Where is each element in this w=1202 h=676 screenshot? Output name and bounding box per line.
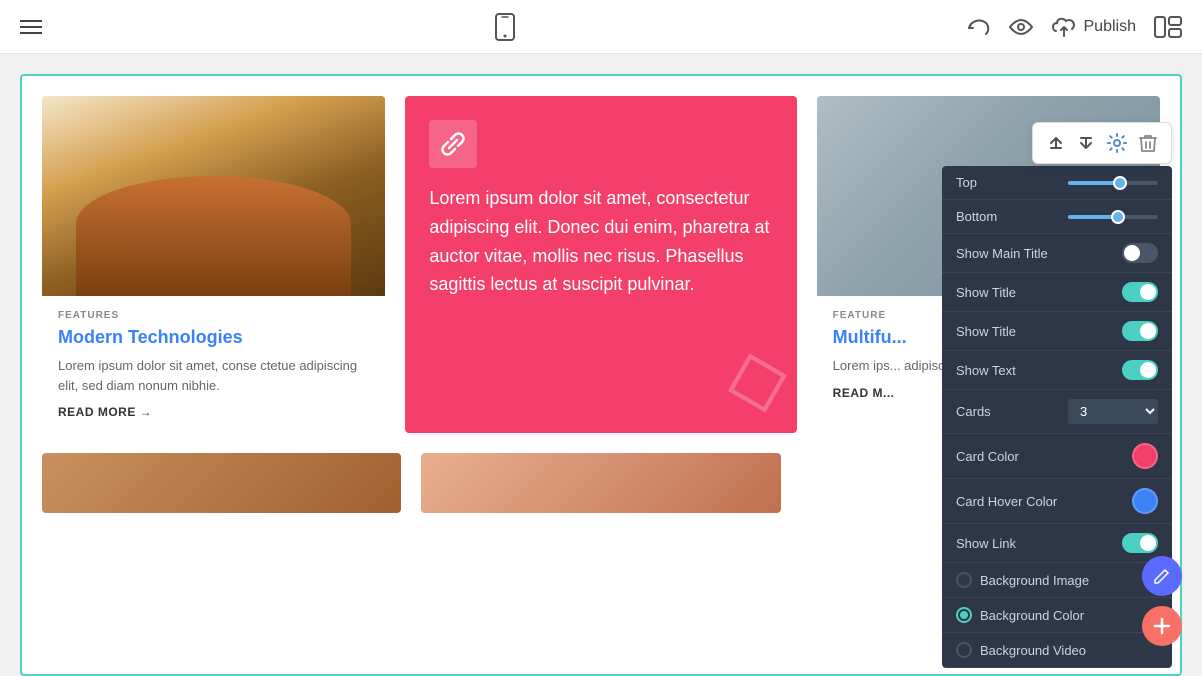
show-title-1-knob: [1140, 284, 1156, 300]
delete-button[interactable]: [1135, 129, 1161, 157]
card-featured: Lorem ipsum dolor sit amet, consectetur …: [405, 96, 796, 433]
show-title-1-toggle[interactable]: [1122, 282, 1158, 302]
link-icon: [439, 130, 467, 158]
eye-icon: [1008, 18, 1034, 36]
move-up-icon: [1047, 134, 1065, 152]
card-hover-color-swatch[interactable]: [1132, 488, 1158, 514]
show-title-2-knob: [1140, 323, 1156, 339]
card-color-swatch[interactable]: [1132, 443, 1158, 469]
publish-label: Publish: [1084, 18, 1136, 36]
move-down-button[interactable]: [1073, 130, 1099, 156]
bottom-label: Bottom: [956, 209, 997, 224]
card-featured-icon: [429, 120, 477, 168]
card-color-row: Card Color: [942, 434, 1172, 479]
bottom-card-2: [421, 453, 780, 513]
topbar: Publish: [0, 0, 1202, 54]
card-featured-watermark: ◇: [714, 324, 797, 430]
top-slider[interactable]: [1068, 181, 1158, 185]
settings-icon: [1107, 133, 1127, 153]
show-title-1-label: Show Title: [956, 285, 1016, 300]
bottom-card-1: [42, 453, 401, 513]
show-main-title-toggle[interactable]: [1122, 243, 1158, 263]
plus-icon: [1152, 616, 1172, 636]
pencil-icon: [1153, 567, 1171, 585]
background-video-label: Background Video: [980, 643, 1086, 658]
cards-row: Cards 3 1 2 4: [942, 390, 1172, 434]
show-title-2-label: Show Title: [956, 324, 1016, 339]
trash-icon: [1139, 133, 1157, 153]
card-1-title: Modern Technologies: [58, 327, 369, 348]
upload-icon: [1052, 17, 1076, 37]
background-image-label: Background Image: [980, 573, 1089, 588]
card-1: FEATURES Modern Technologies Lorem ipsum…: [42, 96, 385, 433]
layout-icon: [1154, 15, 1182, 39]
fab-add-button[interactable]: [1142, 606, 1182, 646]
card-1-link[interactable]: READ MORE →: [58, 405, 369, 419]
topbar-left: [20, 20, 42, 34]
topbar-right: Publish: [968, 15, 1182, 39]
show-text-toggle[interactable]: [1122, 360, 1158, 380]
card-1-category: FEATURES: [58, 310, 369, 321]
bottom-slider-row: Bottom: [942, 200, 1172, 234]
background-color-radio[interactable]: [956, 607, 972, 623]
background-color-row[interactable]: Background Color: [942, 598, 1172, 633]
card-color-label: Card Color: [956, 449, 1019, 464]
bottom-slider-track[interactable]: [1068, 215, 1158, 219]
undo-icon: [968, 17, 990, 37]
mobile-preview-button[interactable]: [494, 13, 516, 41]
show-main-title-label: Show Main Title: [956, 246, 1048, 261]
show-title-1-row: Show Title: [942, 273, 1172, 312]
undo-button[interactable]: [968, 17, 990, 37]
move-down-icon: [1077, 134, 1095, 152]
preview-button[interactable]: [1008, 18, 1034, 36]
show-link-knob: [1140, 535, 1156, 551]
top-slider-row: Top: [942, 166, 1172, 200]
show-main-title-row: Show Main Title: [942, 234, 1172, 273]
top-label: Top: [956, 175, 977, 190]
background-video-radio[interactable]: [956, 642, 972, 658]
main-area: FEATURES Modern Technologies Lorem ipsum…: [0, 54, 1202, 676]
more-options-button[interactable]: [1154, 15, 1182, 39]
publish-button[interactable]: Publish: [1052, 17, 1136, 37]
bottom-slider-thumb[interactable]: [1111, 210, 1125, 224]
card-1-body: FEATURES Modern Technologies Lorem ipsum…: [42, 296, 385, 433]
show-title-2-row: Show Title: [942, 312, 1172, 351]
cards-select[interactable]: 3 1 2 4: [1068, 399, 1158, 424]
card-featured-text: Lorem ipsum dolor sit amet, consectetur …: [429, 184, 772, 299]
fab-edit-button[interactable]: [1142, 556, 1182, 596]
show-text-knob: [1140, 362, 1156, 378]
card-1-image: [42, 96, 385, 296]
topbar-center: [494, 13, 516, 41]
show-link-toggle[interactable]: [1122, 533, 1158, 553]
show-link-row: Show Link: [942, 524, 1172, 563]
top-slider-track[interactable]: [1068, 181, 1158, 185]
background-color-label: Background Color: [980, 608, 1084, 623]
top-slider-thumb[interactable]: [1113, 176, 1127, 190]
settings-panel: Top Bottom Show Main Title: [942, 166, 1172, 668]
background-image-radio[interactable]: [956, 572, 972, 588]
show-text-label: Show Text: [956, 363, 1016, 378]
widget-toolbar: [1032, 122, 1172, 164]
show-text-row: Show Text: [942, 351, 1172, 390]
show-main-title-knob: [1124, 245, 1140, 261]
settings-button[interactable]: [1103, 129, 1131, 157]
person-laptop-image: [42, 96, 385, 296]
background-video-row[interactable]: Background Video: [942, 633, 1172, 668]
show-title-2-toggle[interactable]: [1122, 321, 1158, 341]
cards-label: Cards: [956, 404, 991, 419]
hamburger-icon[interactable]: [20, 20, 42, 34]
move-up-button[interactable]: [1043, 130, 1069, 156]
card-1-text: Lorem ipsum dolor sit amet, conse ctetue…: [58, 356, 369, 395]
background-image-row[interactable]: Background Image: [942, 563, 1172, 598]
show-link-label: Show Link: [956, 536, 1016, 551]
bottom-slider[interactable]: [1068, 215, 1158, 219]
mobile-icon: [494, 13, 516, 41]
card-hover-color-row: Card Hover Color: [942, 479, 1172, 524]
card-hover-color-label: Card Hover Color: [956, 494, 1057, 509]
